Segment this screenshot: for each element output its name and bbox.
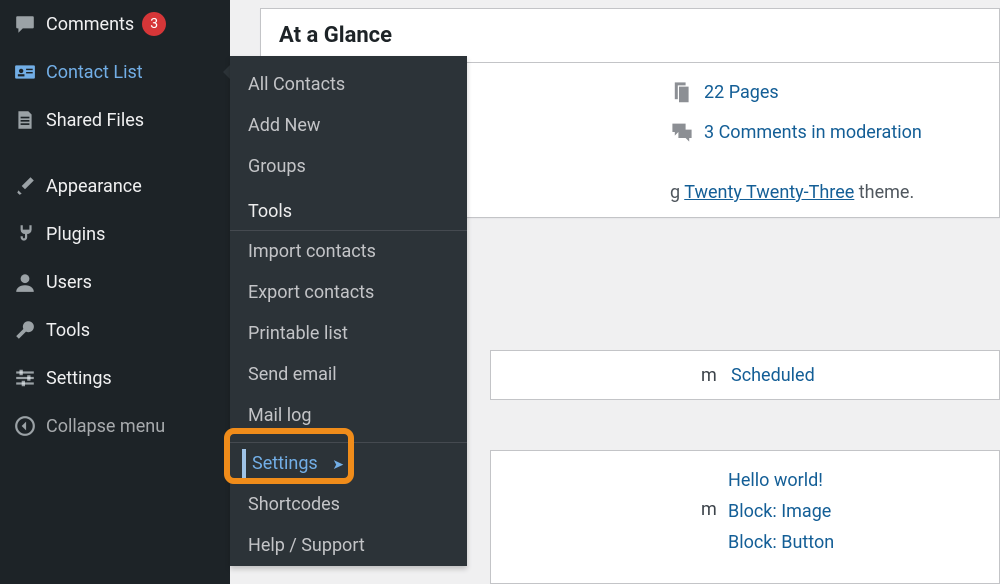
row-fragment: m	[701, 499, 717, 520]
sidebar-item-collapse[interactable]: Collapse menu	[0, 402, 230, 450]
submenu-export-contacts[interactable]: Export contacts	[230, 272, 467, 313]
glance-link[interactable]: 3 Comments in moderation	[704, 122, 922, 143]
post-link[interactable]: Block: Button	[728, 532, 834, 553]
glance-comments-moderation[interactable]: 3 Comments in moderation	[670, 120, 922, 144]
sidebar-item-label: Comments	[46, 14, 134, 35]
files-icon	[14, 109, 46, 131]
comments-count-badge: 3	[142, 12, 166, 36]
submenu-mail-log[interactable]: Mail log	[230, 395, 467, 436]
post-link[interactable]: Block: Image	[728, 501, 834, 522]
comments-icon	[670, 120, 694, 144]
sidebar-item-label: Settings	[46, 368, 112, 389]
theme-suffix: theme.	[854, 182, 914, 203]
theme-info: g Twenty Twenty-Three theme.	[670, 182, 914, 203]
submenu-send-email[interactable]: Send email	[230, 354, 467, 395]
id-card-icon	[14, 61, 46, 83]
sidebar-item-label: Contact List	[46, 62, 143, 83]
glance-stats: 22 Pages 3 Comments in moderation	[670, 80, 922, 160]
contact-list-submenu: All Contacts Add New Groups Tools Import…	[230, 56, 467, 566]
submenu-section-tools: Tools	[230, 193, 467, 231]
pages-icon	[670, 80, 694, 104]
post-link[interactable]: Hello world!	[728, 470, 834, 491]
submenu-all-contacts[interactable]: All Contacts	[230, 56, 467, 105]
sidebar-item-users[interactable]: Users	[0, 258, 230, 306]
activity-row: m Scheduled	[490, 350, 1000, 400]
sidebar-item-contact-list[interactable]: Contact List	[0, 48, 230, 96]
sidebar-divider	[0, 144, 230, 162]
sidebar-item-label: Appearance	[46, 176, 142, 197]
sidebar-item-comments[interactable]: Comments 3	[0, 0, 230, 48]
sidebar-item-plugins[interactable]: Plugins	[0, 210, 230, 258]
arrow-right-icon: ➤	[332, 457, 344, 473]
submenu-shortcodes[interactable]: Shortcodes	[230, 484, 467, 525]
plug-icon	[14, 223, 46, 245]
sliders-icon	[14, 367, 46, 389]
sidebar-item-label: Collapse menu	[46, 416, 165, 437]
status-link-scheduled[interactable]: Scheduled	[731, 365, 815, 386]
sidebar-item-label: Plugins	[46, 224, 105, 245]
submenu-import-contacts[interactable]: Import contacts	[230, 231, 467, 272]
sidebar-item-label: Shared Files	[46, 110, 144, 131]
post-links: Hello world! Block: Image Block: Button	[728, 470, 834, 563]
sidebar-item-label: Tools	[46, 320, 90, 341]
glance-pages[interactable]: 22 Pages	[670, 80, 922, 104]
wrench-icon	[14, 319, 46, 341]
sidebar-item-tools[interactable]: Tools	[0, 306, 230, 354]
glance-link[interactable]: 22 Pages	[704, 82, 779, 103]
submenu-add-new[interactable]: Add New	[230, 105, 467, 146]
comment-icon	[14, 13, 46, 35]
submenu-settings[interactable]: Settings ➤	[230, 443, 467, 484]
theme-prefix: g	[670, 182, 684, 203]
submenu-help-support[interactable]: Help / Support	[230, 525, 467, 566]
row-fragment: m	[701, 365, 717, 386]
sidebar-item-appearance[interactable]: Appearance	[0, 162, 230, 210]
sidebar-item-settings[interactable]: Settings	[0, 354, 230, 402]
submenu-settings-label: Settings	[252, 453, 318, 474]
theme-link[interactable]: Twenty Twenty-Three	[684, 182, 854, 203]
user-icon	[14, 271, 46, 293]
admin-sidebar: Comments 3 Contact List Shared Files App…	[0, 0, 230, 584]
collapse-icon	[14, 415, 46, 437]
brush-icon	[14, 175, 46, 197]
submenu-groups[interactable]: Groups	[230, 146, 467, 187]
card-title: At a Glance	[261, 9, 999, 63]
sidebar-item-label: Users	[46, 272, 92, 293]
sidebar-item-shared-files[interactable]: Shared Files	[0, 96, 230, 144]
submenu-printable-list[interactable]: Printable list	[230, 313, 467, 354]
